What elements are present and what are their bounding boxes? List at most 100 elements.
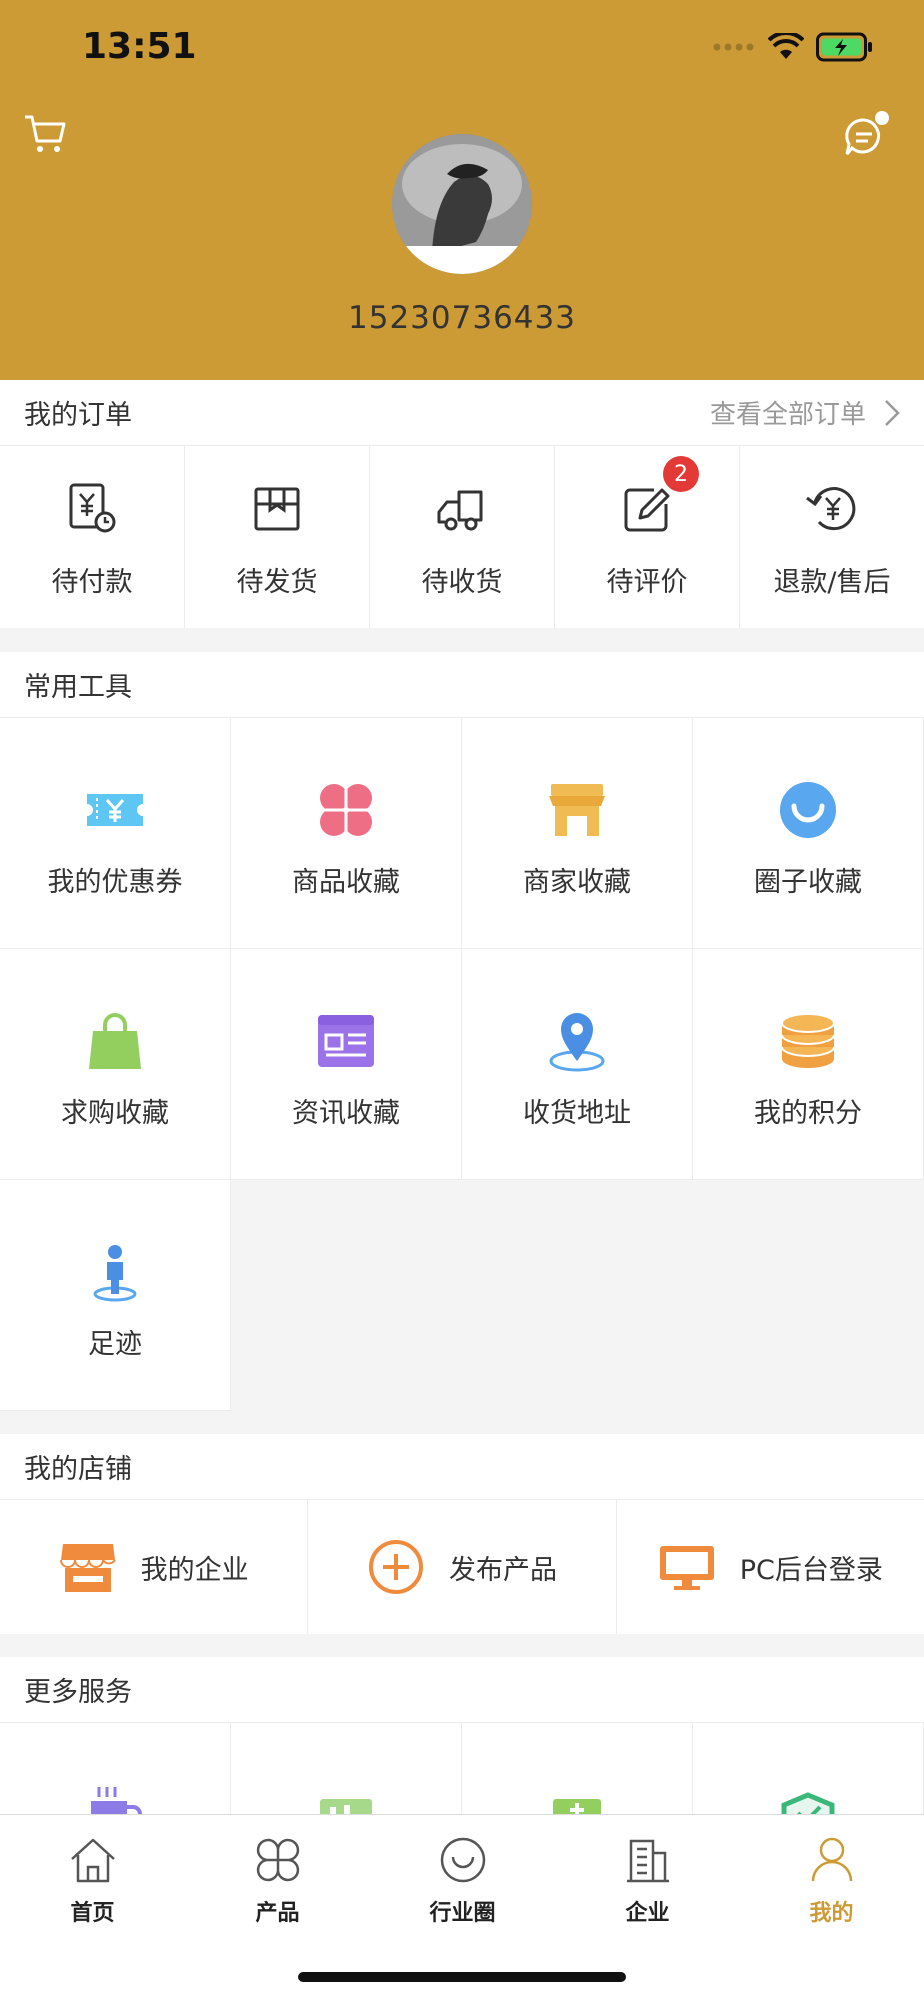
shop-header: 我的店铺 <box>0 1434 924 1500</box>
coupon-icon <box>87 794 143 826</box>
tool-label: 我的积分 <box>754 1098 862 1129</box>
product-favorite-icon <box>320 784 372 836</box>
order-status-row: 待付款 待发货 待收货 2 待评价 退款/售后 <box>0 446 924 628</box>
pending-receipt-icon <box>437 490 483 531</box>
wifi-icon <box>768 33 804 59</box>
shop-row: 我的企业 发布产品 PC后台登录 <box>0 1500 924 1634</box>
home-icon <box>70 1838 115 1883</box>
user-phone: 15230736433 <box>348 300 576 336</box>
shop-label: PC后台登录 <box>739 1554 883 1586</box>
service-item[interactable] <box>462 1723 693 1823</box>
order-pending-review[interactable]: 2 待评价 <box>555 446 740 628</box>
tab-label: 产品 <box>255 1901 300 1926</box>
tab-label: 行业圈 <box>429 1901 496 1926</box>
shop-label: 我的企业 <box>140 1554 249 1586</box>
order-pending-shipment[interactable]: 待发货 <box>185 446 370 628</box>
tab-home[interactable]: 首页 <box>0 1835 185 1927</box>
tab-company[interactable]: 企业 <box>555 1835 740 1927</box>
industry-circle-icon <box>440 1837 485 1883</box>
orders-title: 我的订单 <box>24 400 132 431</box>
tool-label: 商品收藏 <box>292 867 400 898</box>
service-item[interactable] <box>0 1723 231 1823</box>
order-label: 待评价 <box>606 567 688 598</box>
home-indicator <box>298 1972 626 1982</box>
order-label: 待发货 <box>236 567 318 598</box>
circle-favorite-icon <box>780 782 836 838</box>
tab-label: 企业 <box>625 1901 670 1926</box>
tool-label: 足迹 <box>88 1329 142 1360</box>
tools-title: 常用工具 <box>24 672 132 703</box>
store-favorite-icon <box>549 784 605 836</box>
profile-icon <box>811 1837 852 1882</box>
company-icon <box>626 1839 669 1883</box>
more-services-title: 更多服务 <box>24 1677 132 1708</box>
order-label: 待收货 <box>421 567 503 598</box>
signal-icon <box>713 43 754 51</box>
tool-label: 收货地址 <box>523 1098 631 1129</box>
service-item[interactable] <box>231 1723 462 1823</box>
tool-coupon[interactable]: 我的优惠券 <box>0 718 231 949</box>
tab-label: 我的 <box>809 1901 854 1926</box>
status-icons <box>712 32 874 62</box>
news-icon <box>318 1015 374 1067</box>
tool-footprint[interactable]: 足迹 <box>0 1180 231 1411</box>
status-time: 13:51 <box>82 26 197 67</box>
enterprise-icon <box>59 1544 116 1592</box>
publish-icon <box>368 1540 423 1594</box>
orders-section: 我的订单 查看全部订单 待付款 待发货 待收货 2 待评价 退款/售后 <box>0 380 924 628</box>
shop-publish-product[interactable]: 发布产品 <box>308 1500 617 1634</box>
view-all-orders-link[interactable]: 查看全部订单 <box>710 394 900 431</box>
chevron-right-icon <box>885 399 900 426</box>
tab-industry-circle[interactable]: 行业圈 <box>370 1835 555 1927</box>
desktop-icon <box>659 1546 714 1590</box>
tool-points[interactable]: 我的积分 <box>693 949 924 1180</box>
tab-label: 首页 <box>70 1901 115 1926</box>
profile-header: 13:51 15230736433 <box>0 0 924 380</box>
tab-products[interactable]: 产品 <box>185 1835 370 1927</box>
cart-icon[interactable] <box>22 110 68 156</box>
grid-filler <box>231 1180 462 1411</box>
tools-header: 常用工具 <box>0 652 924 718</box>
tool-address[interactable]: 收货地址 <box>462 949 693 1180</box>
tool-purchase-favorite[interactable]: 求购收藏 <box>0 949 231 1180</box>
location-icon <box>549 1013 605 1072</box>
more-services-section: 更多服务 <box>0 1657 924 1823</box>
tool-label: 商家收藏 <box>523 867 631 898</box>
shop-title: 我的店铺 <box>24 1454 132 1485</box>
message-icon[interactable] <box>842 110 892 160</box>
shop-label: 发布产品 <box>448 1554 557 1586</box>
review-count-badge: 2 <box>663 456 699 492</box>
service-item[interactable] <box>693 1723 924 1823</box>
products-icon <box>256 1838 299 1882</box>
footprint-icon <box>93 1245 137 1302</box>
battery-icon <box>816 32 872 62</box>
order-refund[interactable]: 退款/售后 <box>740 446 924 628</box>
order-label: 待付款 <box>51 567 133 598</box>
grid-filler <box>462 1180 693 1411</box>
shop-section: 我的店铺 我的企业 发布产品 PC后台登录 <box>0 1434 924 1634</box>
shop-enterprise[interactable]: 我的企业 <box>0 1500 309 1634</box>
orders-header: 我的订单 查看全部订单 <box>0 380 924 446</box>
tool-circle-favorite[interactable]: 圈子收藏 <box>693 718 924 949</box>
order-pending-receipt[interactable]: 待收货 <box>370 446 555 628</box>
tool-news-favorite[interactable]: 资讯收藏 <box>231 949 462 1180</box>
order-pending-payment[interactable]: 待付款 <box>0 446 185 628</box>
tools-grid: 我的优惠券 商品收藏 商家收藏 圈子收藏 求购收藏 资讯收藏 收货地址 我的积分… <box>0 718 924 1411</box>
tool-product-favorite[interactable]: 商品收藏 <box>231 718 462 949</box>
tool-label: 资讯收藏 <box>292 1098 400 1129</box>
shopping-bag-icon <box>89 1013 141 1069</box>
refund-icon <box>806 487 856 531</box>
order-label: 退款/售后 <box>773 567 891 598</box>
shop-pc-login[interactable]: PC后台登录 <box>617 1500 924 1634</box>
avatar[interactable] <box>392 134 532 274</box>
tab-profile[interactable]: 我的 <box>739 1835 924 1927</box>
more-services-row <box>0 1723 924 1823</box>
pending-shipment-icon <box>254 487 300 531</box>
grid-filler <box>693 1180 924 1411</box>
tool-label: 圈子收藏 <box>754 867 862 898</box>
pending-review-icon <box>624 488 670 532</box>
points-icon <box>781 1013 835 1068</box>
tool-store-favorite[interactable]: 商家收藏 <box>462 718 693 949</box>
tool-label: 我的优惠券 <box>47 867 183 898</box>
view-all-orders-label: 查看全部订单 <box>709 400 866 430</box>
